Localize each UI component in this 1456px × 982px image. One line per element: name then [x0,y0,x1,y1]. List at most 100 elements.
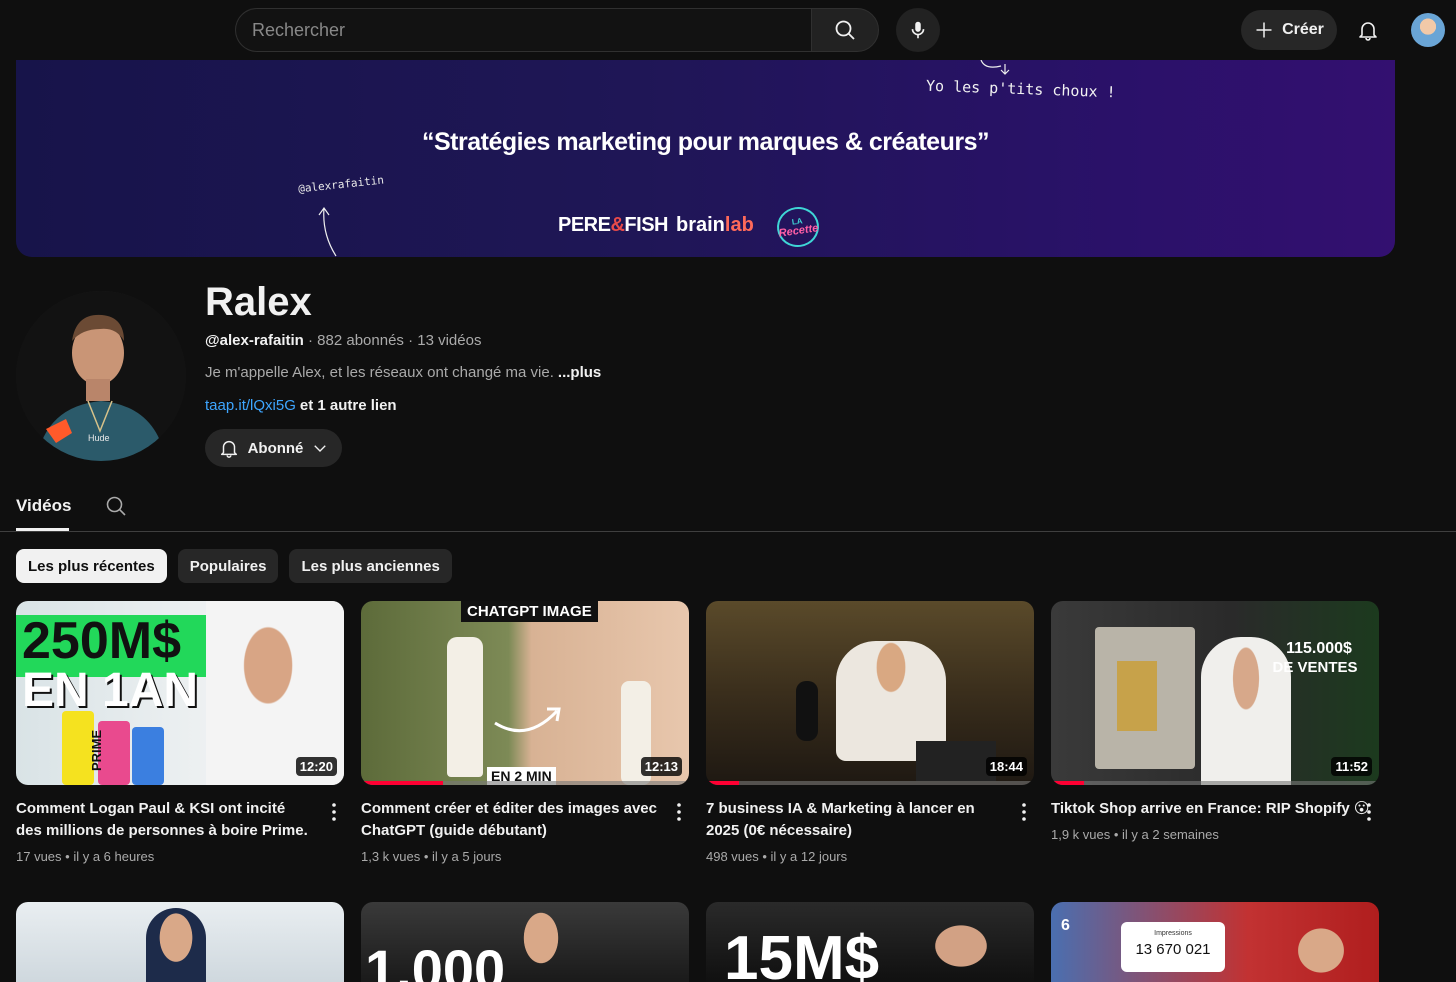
subscribed-button[interactable]: Abonné [205,429,342,467]
channel-handle: @alex-rafaitin [205,332,304,349]
video-thumbnail[interactable]: 15M$ [706,902,1034,982]
watch-progress-bar [706,781,739,785]
video-duration: 12:13 [640,757,682,776]
chip-oldest[interactable]: Les plus anciennes [289,549,452,583]
search-icon [835,20,855,40]
video-title[interactable]: Comment Logan Paul & KSI ont incité des … [16,798,312,842]
microphone-icon [911,21,925,39]
video-title[interactable]: 7 business IA & Marketing à lancer en 20… [706,798,1002,842]
video-stats: 1,3 k vues • il y a 5 jours [361,849,502,864]
thumbnail-text: DE VENTES [1272,659,1358,676]
laptop-icon [916,741,996,781]
more-options-icon[interactable] [673,801,685,823]
svg-text:Hude: Hude [88,433,110,443]
channel-description[interactable]: Je m'appelle Alex, et les réseaux ont ch… [205,364,601,381]
video-views: 1,3 k vues [361,849,421,864]
video-duration: 18:44 [985,757,1027,776]
thumbnail-text: 15M$ [724,924,880,982]
plus-icon [1256,22,1272,38]
search-input[interactable] [235,8,811,52]
more-options-icon[interactable] [1363,801,1375,823]
thumbnail-badge: 6 [1061,917,1070,934]
thumbnail-text: 115.000$ [1286,640,1352,657]
brainlab-logo: brainlab [676,214,754,236]
search-button[interactable] [811,8,879,52]
chip-most-recent[interactable]: Les plus récentes [16,549,167,583]
more-options-icon[interactable] [328,801,340,823]
hand-drawn-arrow-icon [980,60,1010,75]
video-views: 498 vues [706,849,759,864]
person-figure [916,910,1006,982]
search-box [235,8,879,52]
video-title[interactable]: Tiktok Shop arrive en France: RIP Shopif… [1051,798,1370,820]
channel-avatar[interactable]: Hude [16,291,186,461]
chip-popular[interactable]: Populaires [177,549,279,583]
subscribed-label: Abonné [247,439,304,457]
video-thumbnail[interactable]: CHATGPT IMAGE EN 2 MIN 12:13 [361,601,689,785]
person-portrait-icon: Hude [16,291,186,461]
tab-videos[interactable]: Vidéos [16,496,71,516]
banner-tagline: Yo les p'tits choux ! [925,76,1116,102]
chevron-down-icon [314,445,327,452]
thumbnail-text: CHATGPT IMAGE [461,601,598,622]
voice-search-button[interactable] [896,8,940,52]
impressions-card: Impressions 13 670 021 [1121,922,1225,972]
video-duration: 11:52 [1331,757,1372,776]
person-figure [511,902,571,982]
impressions-label: Impressions [1154,930,1192,937]
thumbnail-text: EN 1AN [22,664,199,717]
video-thumbnail[interactable]: 6 Impressions 13 670 021 [1051,902,1379,982]
bottle-icon [132,727,164,785]
channel-links: taap.it/lQxi5G et 1 autre lien [205,397,397,414]
video-title[interactable]: Comment créer et éditer des images avec … [361,798,657,842]
pere-fish-logo: PERE&FISH [558,214,668,236]
product-bottle-icon [447,637,483,777]
video-thumbnail[interactable] [16,902,344,982]
thumbnail-text: 1.000 [365,938,506,982]
thumbnail-text: PRIME [89,729,104,771]
video-age: il y a 2 semaines [1122,827,1219,842]
channel-name: Ralex [205,280,312,324]
arrow-icon [494,707,561,733]
more-link[interactable]: ...plus [558,364,601,381]
video-stats: 1,9 k vues • il y a 2 semaines [1051,827,1219,842]
notifications-button[interactable] [1350,12,1386,48]
channel-stats: · 882 abonnés · 13 vidéos [303,332,482,349]
video-views: 1,9 k vues [1051,827,1111,842]
tab-active-indicator [16,528,69,531]
hand-drawn-arrow-icon [318,206,337,257]
progress-track [1051,781,1379,785]
channel-link[interactable]: taap.it/lQxi5G [205,397,296,414]
person-figure [146,908,206,982]
account-avatar[interactable] [1411,13,1445,47]
search-icon[interactable] [104,494,128,518]
watch-progress-bar [1051,781,1084,785]
person-figure [1281,912,1361,982]
banner-headline: “Stratégies marketing pour marques & cré… [422,128,989,156]
bell-icon [220,440,237,458]
video-age: il y a 6 heures [73,849,155,864]
sort-chips: Les plus récentes Populaires Les plus an… [16,549,452,583]
more-options-icon[interactable] [1018,801,1030,823]
video-thumbnail[interactable]: 1.000 [361,902,689,982]
create-label: Créer [1282,21,1324,38]
video-thumbnail[interactable]: 250M$ EN 1AN PRIME 12:20 [16,601,344,785]
channel-meta: @alex-rafaitin · 882 abonnés · 13 vidéos [205,332,481,349]
la-recette-logo: LA Recette [774,204,822,250]
video-stats: 498 vues • il y a 12 jours [706,849,848,864]
impressions-value: 13 670 021 [1135,941,1211,958]
banner-handle: @alexrafaitin [297,173,385,196]
channel-description-text: Je m'appelle Alex, et les réseaux ont ch… [205,364,554,381]
video-thumbnail[interactable]: 115.000$ DE VENTES 11:52 [1051,601,1379,785]
video-age: il y a 12 jours [770,849,848,864]
video-stats: 17 vues • il y a 6 heures [16,849,155,864]
video-views: 17 vues [16,849,62,864]
thumbnail-text: 250M$ [22,612,181,670]
video-age: il y a 5 jours [432,849,502,864]
video-thumbnail[interactable]: 18:44 [706,601,1034,785]
bell-icon [1359,22,1377,41]
create-button[interactable]: Créer [1241,10,1337,50]
microphone-icon [796,681,818,741]
other-links-button[interactable]: et 1 autre lien [300,397,397,414]
channel-banner: Yo les p'tits choux ! “Stratégies market… [16,60,1395,257]
